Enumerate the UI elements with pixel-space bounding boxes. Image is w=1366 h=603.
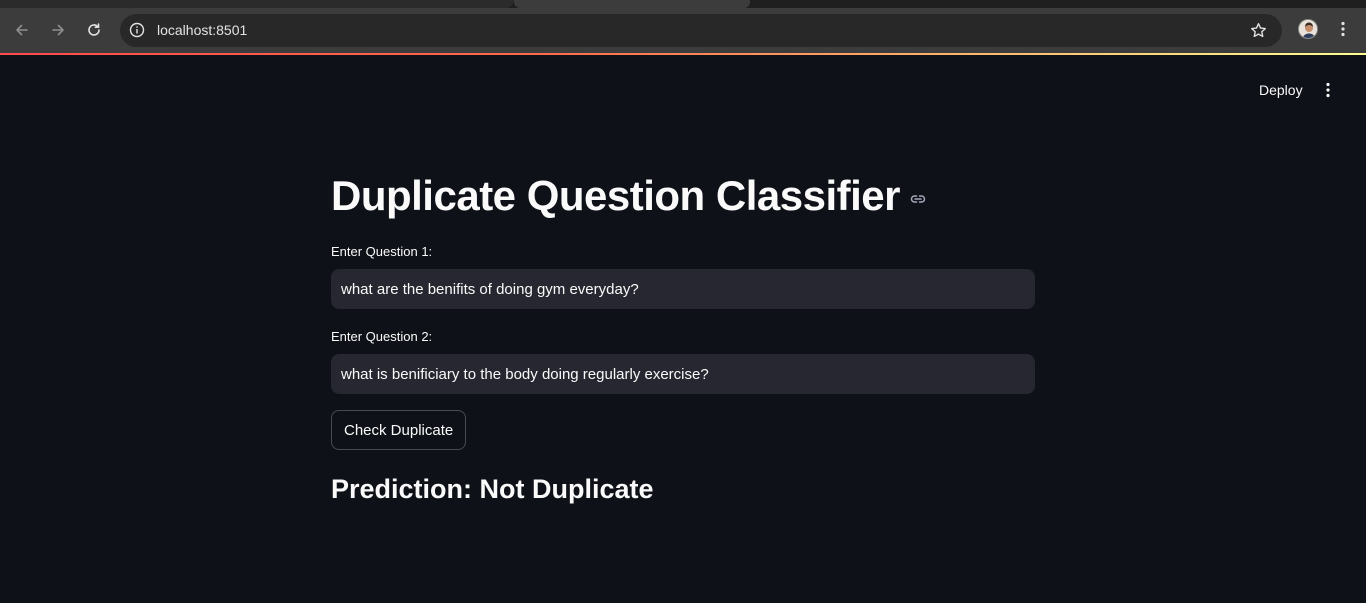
info-icon[interactable] <box>129 22 145 38</box>
browser-tab[interactable] <box>0 0 514 8</box>
check-duplicate-button[interactable]: Check Duplicate <box>331 410 467 450</box>
browser-tab-active[interactable] <box>514 0 750 8</box>
page-title: Duplicate Question Classifier <box>331 172 901 219</box>
main-content: Duplicate Question Classifier Enter Ques… <box>331 170 1035 505</box>
star-icon[interactable] <box>1250 22 1267 39</box>
arrow-right-icon <box>52 24 64 36</box>
browser-menu-button[interactable] <box>1333 19 1353 39</box>
arrow-left-icon <box>16 24 28 36</box>
app-menu-button[interactable] <box>1318 80 1338 100</box>
reload-icon <box>88 23 100 36</box>
prediction-result: Prediction: Not Duplicate <box>331 474 654 504</box>
link-icon[interactable] <box>908 189 928 209</box>
question1-label: Enter Question 1: <box>331 244 433 259</box>
tab-strip <box>0 0 1366 8</box>
deploy-button[interactable]: Deploy <box>1250 78 1312 102</box>
kebab-menu-icon <box>1341 21 1345 37</box>
avatar-icon <box>1299 20 1317 38</box>
url-text[interactable]: localhost:8501 <box>157 22 247 38</box>
kebab-menu-icon <box>1326 82 1330 98</box>
title-row: Duplicate Question Classifier <box>331 170 1035 222</box>
reload-button[interactable] <box>80 16 108 44</box>
back-button[interactable] <box>8 16 36 44</box>
question1-input[interactable] <box>331 269 1035 309</box>
avatar[interactable] <box>1298 19 1318 39</box>
question2-label: Enter Question 2: <box>331 329 433 344</box>
question2-input[interactable] <box>331 354 1035 394</box>
address-bar[interactable]: localhost:8501 <box>120 14 1282 47</box>
forward-button[interactable] <box>44 16 72 44</box>
header-decoration <box>0 53 1366 55</box>
browser-toolbar: localhost:8501 <box>0 8 1366 53</box>
